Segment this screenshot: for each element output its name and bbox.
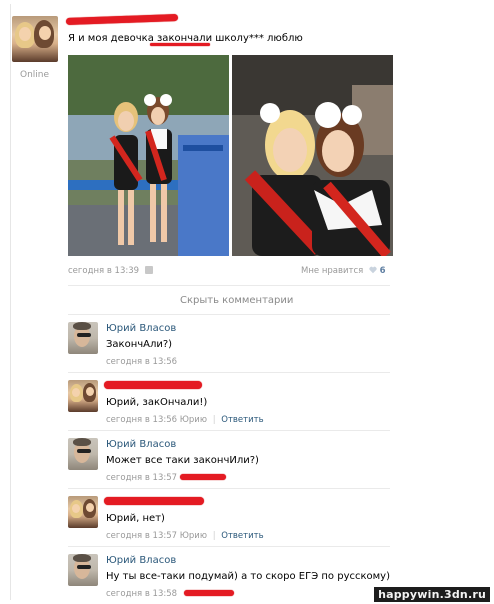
comment-time[interactable]: сегодня в 13:58 — [106, 589, 177, 599]
redacted-mark — [184, 590, 234, 596]
comment-reply-to[interactable]: Юрию — [180, 531, 207, 541]
reply-link[interactable]: Ответить — [221, 415, 263, 425]
comment-avatar[interactable] — [68, 380, 98, 412]
post-photo-2[interactable] — [232, 55, 393, 256]
redacted-mark — [180, 474, 226, 480]
comment-meta: сегодня в 13:56 Юрию | Ответить — [106, 415, 264, 425]
comment-text: Юрий, закОнчали!) — [106, 397, 208, 408]
like-button[interactable]: Мне нравится 6 — [301, 265, 386, 276]
comment-meta: сегодня в 13:57 Юрию | Ответить — [106, 531, 264, 541]
comment-author[interactable]: Юрий Власов — [106, 439, 176, 450]
comment-divider — [68, 372, 390, 373]
redacted-author-name — [104, 497, 204, 505]
photo-2-image — [232, 55, 393, 256]
post-author-avatar[interactable] — [12, 16, 58, 62]
comment-text: Может все таки закончИли?) — [106, 455, 259, 466]
comment-text: Ну ты все-таки подумай) а то скоро ЕГЭ п… — [106, 571, 391, 582]
meta-separator: | — [212, 415, 216, 425]
comments-divider — [68, 314, 390, 315]
comment-avatar[interactable] — [68, 554, 98, 586]
comment-time[interactable]: сегодня в 13:56 — [106, 357, 177, 367]
comment-text: Юрий, нет) — [106, 513, 165, 524]
watermark: happywin.3dn.ru — [374, 587, 490, 602]
post-source-icon — [144, 266, 153, 274]
comment-author[interactable]: Юрий Власов — [106, 323, 176, 334]
heart-icon — [369, 266, 377, 274]
comment-avatar[interactable] — [68, 322, 98, 354]
comment-time[interactable]: сегодня в 13:57 — [106, 531, 177, 541]
post-divider — [68, 285, 390, 286]
comment-divider — [68, 546, 390, 547]
photo-1-image — [68, 55, 229, 256]
post-time-text: сегодня в 13:39 — [68, 266, 140, 276]
redacted-author-name — [65, 14, 179, 25]
post-time[interactable]: сегодня в 13:39 — [68, 265, 153, 276]
online-status: Online — [20, 70, 50, 80]
left-border — [10, 4, 11, 600]
comment-text: ЗакончАли?) — [106, 339, 173, 350]
post-photo-1[interactable] — [68, 55, 229, 256]
comment-time[interactable]: сегодня в 13:56 — [106, 415, 177, 425]
hide-comments-link[interactable]: Скрыть комментарии — [180, 295, 293, 306]
reply-link[interactable]: Ответить — [221, 531, 263, 541]
underline-mark — [150, 43, 210, 46]
comment-time[interactable]: сегодня в 13:57 — [106, 473, 177, 483]
meta-separator: | — [212, 531, 216, 541]
like-label: Мне нравится — [301, 266, 364, 276]
like-count: 6 — [379, 266, 386, 276]
redacted-author-name — [104, 381, 202, 389]
comment-divider — [68, 430, 390, 431]
comment-avatar[interactable] — [68, 496, 98, 528]
comment-avatar[interactable] — [68, 438, 98, 470]
comment-author[interactable]: Юрий Власов — [106, 555, 176, 566]
comment-reply-to[interactable]: Юрию — [180, 415, 207, 425]
comment-divider — [68, 488, 390, 489]
